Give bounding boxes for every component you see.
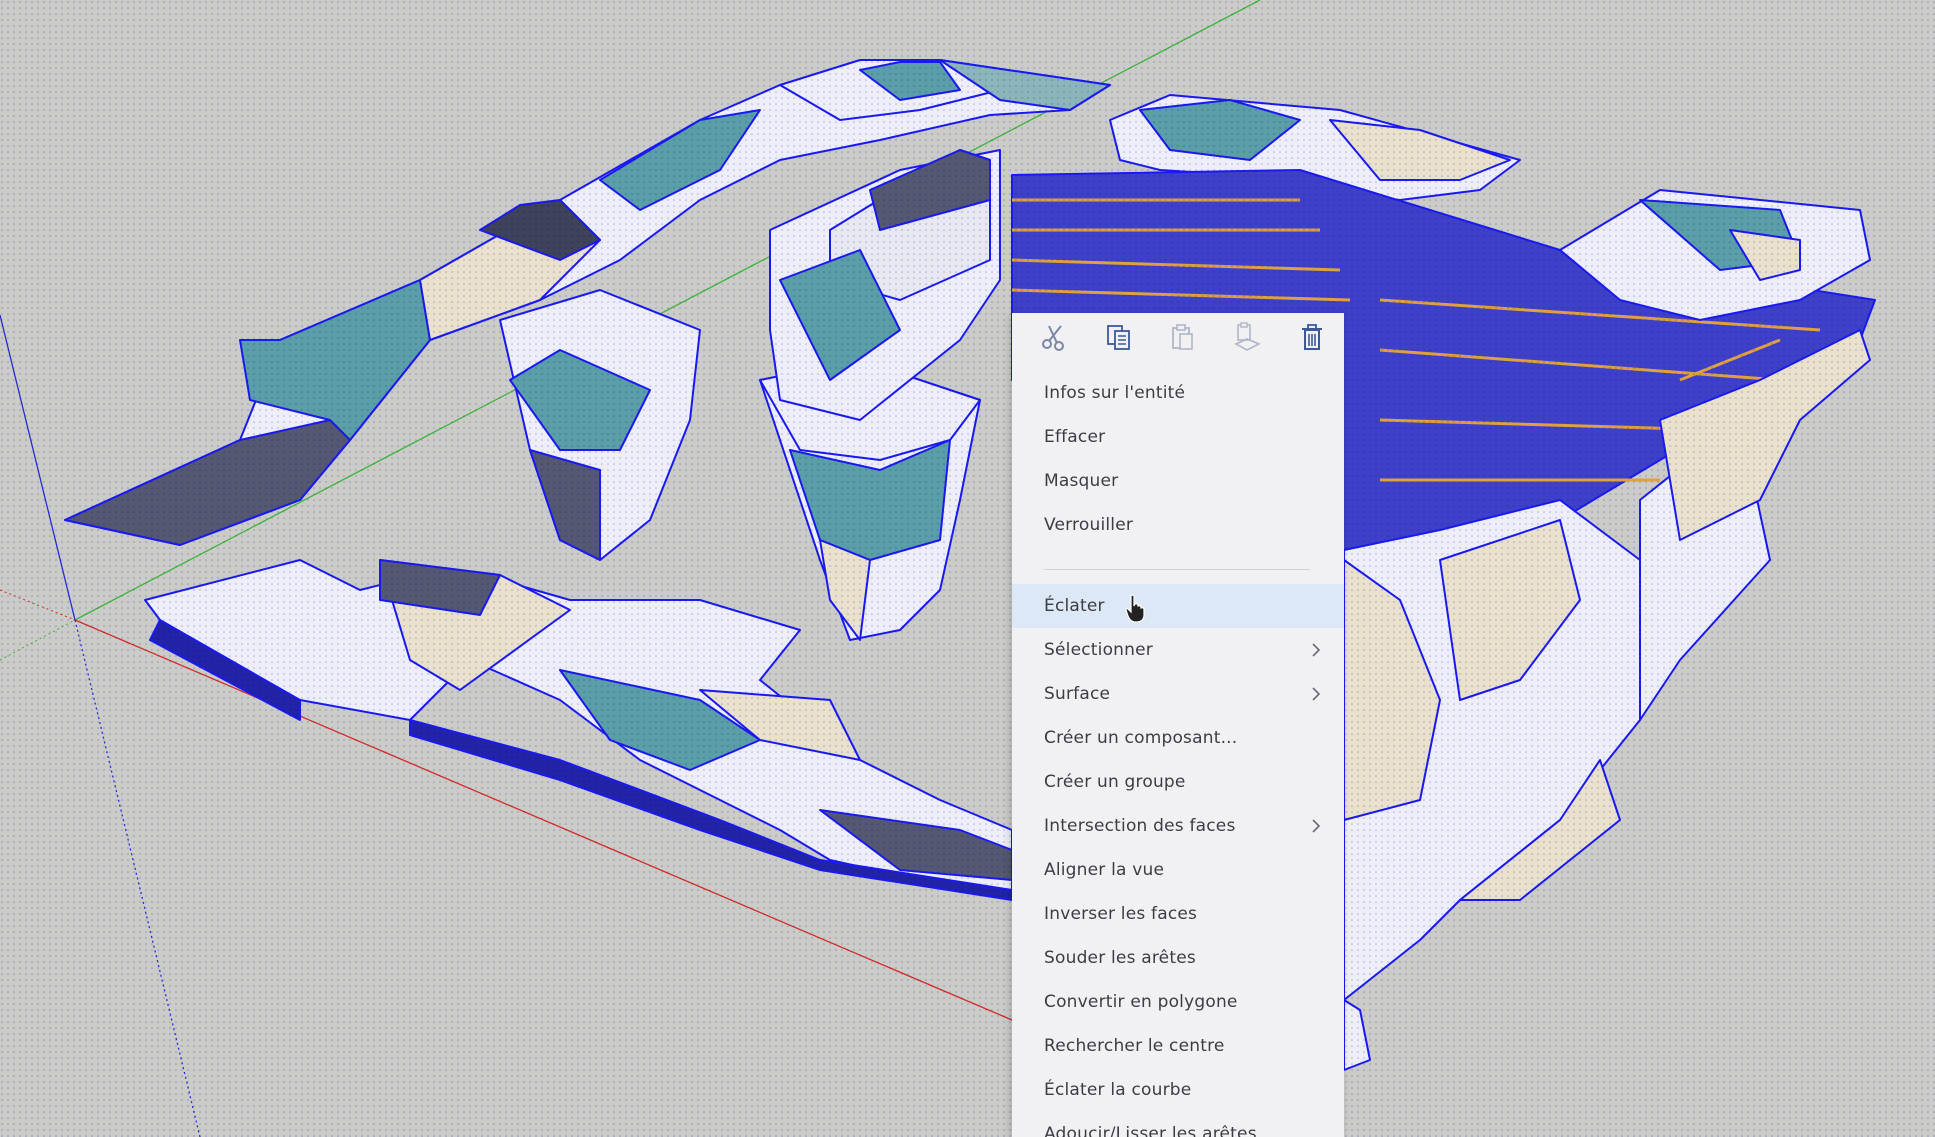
menu-item-label: Créer un composant... xyxy=(1044,728,1238,748)
green-axis-dotted xyxy=(0,619,76,661)
delete-button[interactable] xyxy=(1280,313,1344,361)
blue-axis-dotted xyxy=(74,619,201,1137)
menu-item-label: Infos sur l'entité xyxy=(1044,383,1186,403)
menu-item-intersect-faces[interactable]: Intersection des faces xyxy=(1012,804,1344,848)
copy-button[interactable] xyxy=(1086,313,1150,361)
menu-item-label: Rechercher le centre xyxy=(1044,1036,1225,1056)
menu-item-label: Éclater xyxy=(1044,596,1105,616)
menu-item-label: Verrouiller xyxy=(1044,515,1134,535)
paste-in-place-button[interactable] xyxy=(1215,313,1279,361)
menu-item-label: Créer un groupe xyxy=(1044,772,1186,792)
scissors-icon xyxy=(1042,325,1065,351)
menu-item-label: Sélectionner xyxy=(1044,640,1153,660)
paste-icon xyxy=(1172,324,1193,350)
model-canvas[interactable] xyxy=(0,0,1935,1137)
menu-item-select[interactable]: Sélectionner xyxy=(1012,628,1344,672)
context-menu-toolbar xyxy=(1012,313,1344,361)
menu-item-label: Souder les arêtes xyxy=(1044,948,1196,968)
menu-item-reverse-faces[interactable]: Inverser les faces xyxy=(1012,892,1344,936)
menu-divider xyxy=(1044,569,1310,570)
blue-axis xyxy=(0,314,76,621)
chevron-right-icon xyxy=(1312,643,1321,657)
menu-item-label: Effacer xyxy=(1044,427,1106,447)
menu-item-label: Adoucir/Lisser les arêtes xyxy=(1044,1124,1257,1137)
menu-item-label: Aligner la vue xyxy=(1044,860,1165,880)
menu-item-label: Éclater la courbe xyxy=(1044,1080,1192,1100)
cut-button[interactable] xyxy=(1022,313,1086,361)
context-menu-items: Infos sur l'entité Effacer Masquer Verro… xyxy=(1012,371,1344,1137)
chevron-right-icon xyxy=(1312,687,1321,701)
menu-item-weld-edges[interactable]: Souder les arêtes xyxy=(1012,936,1344,980)
menu-item-make-group[interactable]: Créer un groupe xyxy=(1012,760,1344,804)
menu-item-surface[interactable]: Surface xyxy=(1012,672,1344,716)
menu-item-hide[interactable]: Masquer xyxy=(1012,459,1344,503)
chevron-right-icon xyxy=(1312,819,1321,833)
paste-in-place-icon xyxy=(1234,322,1262,351)
red-axis-dotted xyxy=(0,589,76,621)
menu-item-label: Inverser les faces xyxy=(1044,904,1198,924)
model-geometry xyxy=(64,59,1876,1071)
trash-icon xyxy=(1301,324,1322,350)
menu-item-make-component[interactable]: Créer un composant... xyxy=(1012,716,1344,760)
menu-item-soften-edges[interactable]: Adoucir/Lisser les arêtes xyxy=(1012,1112,1344,1137)
menu-item-label: Convertir en polygone xyxy=(1044,992,1238,1012)
menu-item-explode-curve[interactable]: Éclater la courbe xyxy=(1012,1068,1344,1112)
menu-item-align-view[interactable]: Aligner la vue xyxy=(1012,848,1344,892)
menu-item-entity-info[interactable]: Infos sur l'entité xyxy=(1012,371,1344,415)
menu-item-label: Masquer xyxy=(1044,471,1119,491)
menu-item-explode[interactable]: Éclater xyxy=(1012,584,1344,628)
3d-viewport[interactable] xyxy=(0,0,1935,1137)
menu-item-convert-polygon[interactable]: Convertir en polygone xyxy=(1012,980,1344,1024)
menu-item-lock[interactable]: Verrouiller xyxy=(1012,503,1344,547)
copy-icon xyxy=(1106,325,1130,350)
paste-button[interactable] xyxy=(1151,313,1215,361)
hand-cursor-icon xyxy=(1125,594,1145,623)
menu-item-erase[interactable]: Effacer xyxy=(1012,415,1344,459)
menu-item-label: Intersection des faces xyxy=(1044,816,1236,836)
menu-item-find-center[interactable]: Rechercher le centre xyxy=(1012,1024,1344,1068)
menu-item-label: Surface xyxy=(1044,684,1111,704)
context-menu: Infos sur l'entité Effacer Masquer Verro… xyxy=(1012,313,1344,1137)
